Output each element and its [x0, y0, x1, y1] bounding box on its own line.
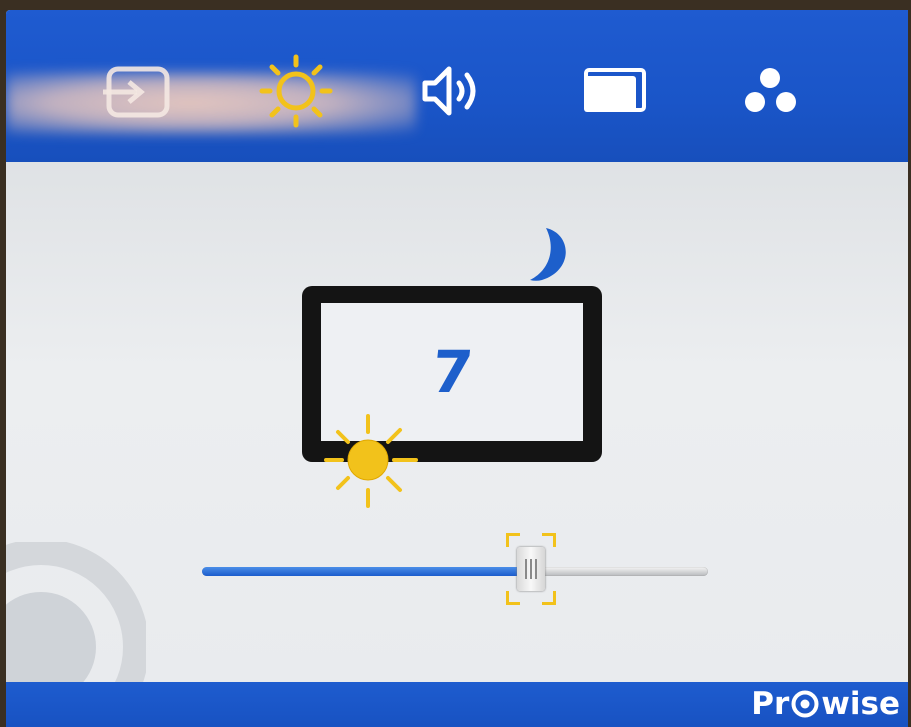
tab-more[interactable]: [730, 56, 810, 126]
osd-screen: 7 Pr wise: [6, 10, 908, 727]
slider-fill: [202, 567, 531, 576]
focus-corner-top-left: [505, 533, 520, 547]
speaker-icon: [422, 66, 476, 116]
brand-logo: Pr wise: [751, 686, 900, 722]
three-dots-icon: [745, 68, 796, 112]
top-menu-bar: [6, 10, 908, 162]
sun-icon: [324, 414, 418, 508]
focus-corner-bottom-left: [505, 591, 520, 605]
brightness-slider[interactable]: [202, 533, 708, 605]
tab-input-source[interactable]: [98, 56, 178, 126]
slider-thumb[interactable]: [505, 533, 556, 605]
focus-corner-bottom-right: [541, 591, 556, 605]
thumb-body: [516, 547, 545, 591]
bottom-bar: Pr wise: [6, 682, 908, 727]
brightness-panel: 7: [6, 162, 908, 727]
tab-brightness[interactable]: [256, 54, 336, 128]
selection-glow: [6, 72, 416, 134]
sun-icon: [259, 54, 333, 128]
focus-corner-top-right: [541, 533, 556, 547]
input-source-icon: [103, 66, 170, 118]
tab-sound[interactable]: [414, 56, 494, 126]
tab-display[interactable]: [574, 56, 654, 126]
brightness-value: 7: [428, 338, 476, 406]
screen-icon: [584, 68, 646, 112]
moon-icon: [530, 228, 566, 281]
target-logo-icon: [791, 690, 819, 718]
